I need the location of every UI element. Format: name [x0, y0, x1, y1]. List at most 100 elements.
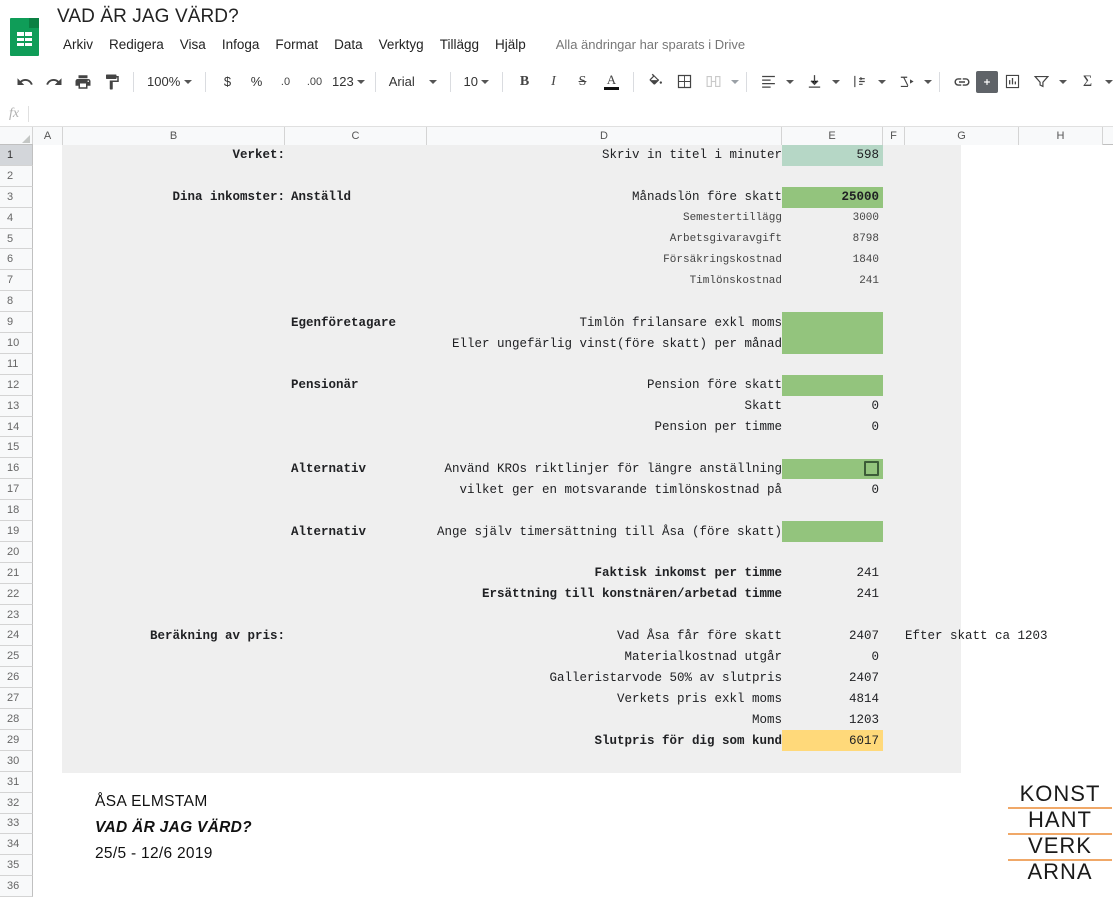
increase-decimal-button[interactable]: .00 — [300, 68, 329, 96]
row-header-11[interactable]: 11 — [0, 353, 33, 375]
chevron-down-icon[interactable] — [1105, 79, 1113, 84]
menu-tillagg[interactable]: Tillägg — [432, 35, 487, 54]
undo-icon[interactable] — [10, 68, 39, 96]
chevron-down-icon[interactable] — [731, 79, 739, 84]
row-header-1[interactable]: 1 — [0, 145, 33, 166]
row-header-19[interactable]: 19 — [0, 521, 33, 542]
row-header-4[interactable]: 4 — [0, 207, 33, 229]
bold-button[interactable]: B — [510, 68, 539, 96]
menu-verktyg[interactable]: Verktyg — [371, 35, 432, 54]
row-header-7[interactable]: 7 — [0, 270, 33, 292]
cell-e9[interactable] — [782, 312, 883, 334]
row-header-33[interactable]: 33 — [0, 813, 33, 835]
row-header-9[interactable]: 9 — [0, 312, 33, 334]
strikethrough-button[interactable]: S — [568, 68, 597, 96]
print-icon[interactable] — [68, 68, 97, 96]
chevron-down-icon[interactable] — [786, 79, 794, 84]
row-header-24[interactable]: 24 — [0, 625, 33, 647]
cell-e12[interactable] — [782, 374, 883, 396]
row-header-13[interactable]: 13 — [0, 395, 33, 417]
italic-button[interactable]: I — [539, 68, 568, 96]
cell-e1[interactable]: 598 — [782, 145, 883, 166]
cell-e24[interactable]: 2407 — [782, 626, 883, 647]
menu-data[interactable]: Data — [326, 35, 371, 54]
merge-cells-icon[interactable] — [699, 68, 728, 96]
row-header-22[interactable]: 22 — [0, 583, 33, 605]
row-header-16[interactable]: 16 — [0, 458, 33, 480]
cell-e29[interactable]: 6017 — [782, 730, 883, 752]
cell-e27[interactable]: 4814 — [782, 688, 883, 709]
number-format-selector[interactable]: 123 — [329, 74, 368, 89]
row-header-29[interactable]: 29 — [0, 729, 33, 751]
horizontal-align-icon[interactable] — [754, 68, 783, 96]
menu-hjalp[interactable]: Hjälp — [487, 35, 534, 54]
cell-d29[interactable]: Slutpris för dig som kund — [427, 730, 782, 751]
row-header-18[interactable]: 18 — [0, 500, 33, 522]
cell-d6[interactable]: Försäkringskostnad — [427, 250, 782, 271]
cell-e26[interactable]: 2407 — [782, 668, 883, 689]
row-header-25[interactable]: 25 — [0, 646, 33, 668]
cell-d14[interactable]: Pension per timme — [427, 417, 782, 438]
cell-d12[interactable]: Pension före skatt — [427, 375, 782, 396]
row-header-30[interactable]: 30 — [0, 750, 33, 772]
cell-c19[interactable]: Alternativ — [291, 521, 433, 542]
borders-icon[interactable] — [670, 68, 699, 96]
percent-format-button[interactable]: % — [242, 68, 271, 96]
cell-e28[interactable]: 1203 — [782, 709, 883, 730]
cell-e21[interactable]: 241 — [782, 563, 883, 584]
column-header-b[interactable]: B — [63, 127, 285, 145]
font-size-selector[interactable]: 10 — [458, 69, 495, 95]
row-header-32[interactable]: 32 — [0, 792, 33, 814]
cell-e13[interactable]: 0 — [782, 396, 883, 417]
column-header-f[interactable]: F — [883, 127, 905, 145]
cell-d16[interactable]: Använd KROs riktlinjer för längre anstäl… — [427, 459, 782, 480]
cell-b1[interactable]: Verket: — [63, 145, 285, 166]
cell-d5[interactable]: Arbetsgivaravgift — [427, 229, 782, 250]
cell-b24[interactable]: Beräkning av pris: — [63, 626, 285, 647]
font-family-selector[interactable]: Arial — [383, 69, 443, 95]
menu-arkiv[interactable]: Arkiv — [55, 35, 101, 54]
cell-g24[interactable]: Efter skatt ca 1203 — [905, 626, 1109, 647]
row-header-10[interactable]: 10 — [0, 333, 33, 354]
cell-c16[interactable]: Alternativ — [291, 459, 433, 480]
cell-d1[interactable]: Skriv in titel i minuter — [427, 145, 782, 166]
insert-comment-icon[interactable] — [976, 70, 998, 93]
cell-d28[interactable]: Moms — [427, 709, 782, 730]
row-header-27[interactable]: 27 — [0, 688, 33, 710]
zoom-selector[interactable]: 100% — [141, 69, 198, 95]
cell-e10[interactable] — [782, 333, 883, 354]
cell-d9[interactable]: Timlön frilansare exkl moms — [427, 312, 782, 333]
cell-e14[interactable]: 0 — [782, 417, 883, 438]
row-header-5[interactable]: 5 — [0, 228, 33, 250]
row-header-2[interactable]: 2 — [0, 165, 33, 187]
vertical-align-icon[interactable] — [800, 68, 829, 96]
column-header-a[interactable]: A — [33, 127, 63, 145]
cell-e5[interactable]: 8798 — [782, 229, 883, 250]
chevron-down-icon[interactable] — [832, 79, 840, 84]
cell-c3[interactable]: Anställd — [291, 187, 433, 208]
row-header-28[interactable]: 28 — [0, 709, 33, 730]
cell-e25[interactable]: 0 — [782, 647, 883, 668]
chevron-down-icon[interactable] — [1059, 79, 1067, 84]
cell-d24[interactable]: Vad Åsa får före skatt — [427, 626, 782, 647]
row-header-12[interactable]: 12 — [0, 374, 33, 396]
menu-infoga[interactable]: Infoga — [214, 35, 268, 54]
cell-d25[interactable]: Materialkostnad utgår — [427, 647, 782, 668]
filter-icon[interactable] — [1027, 68, 1056, 96]
cell-d3[interactable]: Månadslön före skatt — [427, 187, 782, 208]
redo-icon[interactable] — [39, 68, 68, 96]
fill-color-icon[interactable] — [641, 68, 670, 96]
row-header-15[interactable]: 15 — [0, 437, 33, 459]
cell-e6[interactable]: 1840 — [782, 250, 883, 271]
insert-link-icon[interactable] — [947, 68, 976, 96]
cell-c12[interactable]: Pensionär — [291, 375, 433, 396]
cell-d26[interactable]: Galleristarvode 50% av slutpris — [427, 668, 782, 689]
cell-area[interactable]: ÅSA ELMSTAM VAD ÄR JAG VÄRD? 25/5 - 12/6… — [33, 145, 1113, 903]
text-color-button[interactable]: A — [597, 68, 626, 96]
row-header-34[interactable]: 34 — [0, 834, 33, 856]
cell-c9[interactable]: Egenföretagare — [291, 312, 433, 333]
row-header-21[interactable]: 21 — [0, 562, 33, 584]
cell-e19[interactable] — [782, 521, 883, 543]
menu-redigera[interactable]: Redigera — [101, 35, 172, 54]
chevron-down-icon[interactable] — [924, 79, 932, 84]
